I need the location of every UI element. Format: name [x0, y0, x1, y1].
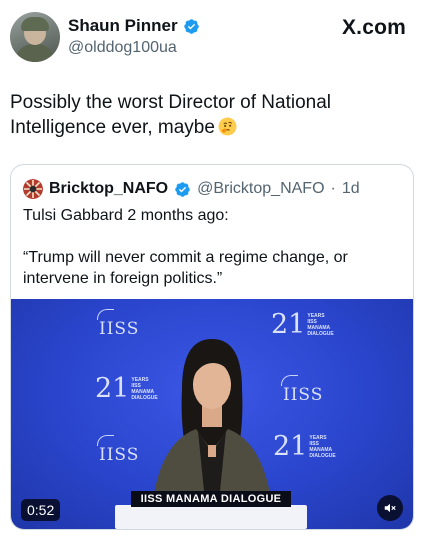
quoted-text-line1: Tulsi Gabbard 2 months ago:: [23, 207, 229, 224]
time-separator: ·: [330, 180, 336, 197]
author-handle[interactable]: @olddog100ua: [68, 39, 200, 57]
badge-line: Dialogue: [307, 331, 334, 337]
badge-line: Dialogue: [309, 453, 336, 459]
quoted-timestamp[interactable]: 1d: [342, 180, 360, 198]
iiss-logo: IISS: [96, 309, 140, 339]
author-display-name[interactable]: Shaun Pinner: [68, 16, 178, 36]
years-badge: 21 YEARS IISS Manama Dialogue: [271, 311, 334, 338]
video-player[interactable]: IISS 21 YEARS IISS Manama Dialogue 21 YE…: [11, 299, 413, 529]
quoted-text-quote: “Trump will never commit a regime change…: [23, 249, 348, 287]
quoted-display-name[interactable]: Bricktop_NAFO: [49, 180, 168, 198]
iiss-logo: IISS: [280, 375, 324, 405]
tweet-text: Possibly the worst Director of National …: [10, 90, 410, 140]
author-info: Shaun Pinner @olddog100ua: [68, 16, 200, 57]
badge-number: 21: [95, 373, 130, 404]
badge-number: 21: [271, 309, 306, 340]
muted-speaker-icon: [384, 503, 396, 513]
tweet-header: Shaun Pinner @olddog100ua X.com: [10, 12, 412, 62]
podium: [115, 505, 307, 529]
video-duration: 0:52: [21, 499, 61, 521]
mute-button[interactable]: [377, 495, 403, 521]
author-avatar[interactable]: [10, 12, 60, 62]
site-label: X.com: [341, 16, 406, 39]
podium-label: IISS MANAMA DIALOGUE: [131, 491, 291, 507]
tweet-body: Possibly the worst Director of National …: [10, 92, 332, 138]
quoted-tweet-card[interactable]: Bricktop_NAFO @Bricktop_NAFO · 1d Tulsi …: [10, 164, 414, 530]
quoted-verified-badge-icon: [175, 181, 190, 197]
iiss-logo: IISS: [96, 435, 140, 465]
quoted-handle[interactable]: @Bricktop_NAFO: [197, 180, 324, 198]
verified-badge-icon: [183, 18, 199, 34]
thinking-face-icon: [218, 117, 237, 136]
quoted-author-avatar[interactable]: [23, 179, 43, 199]
quoted-tweet-header: Bricktop_NAFO @Bricktop_NAFO · 1d: [23, 179, 360, 199]
